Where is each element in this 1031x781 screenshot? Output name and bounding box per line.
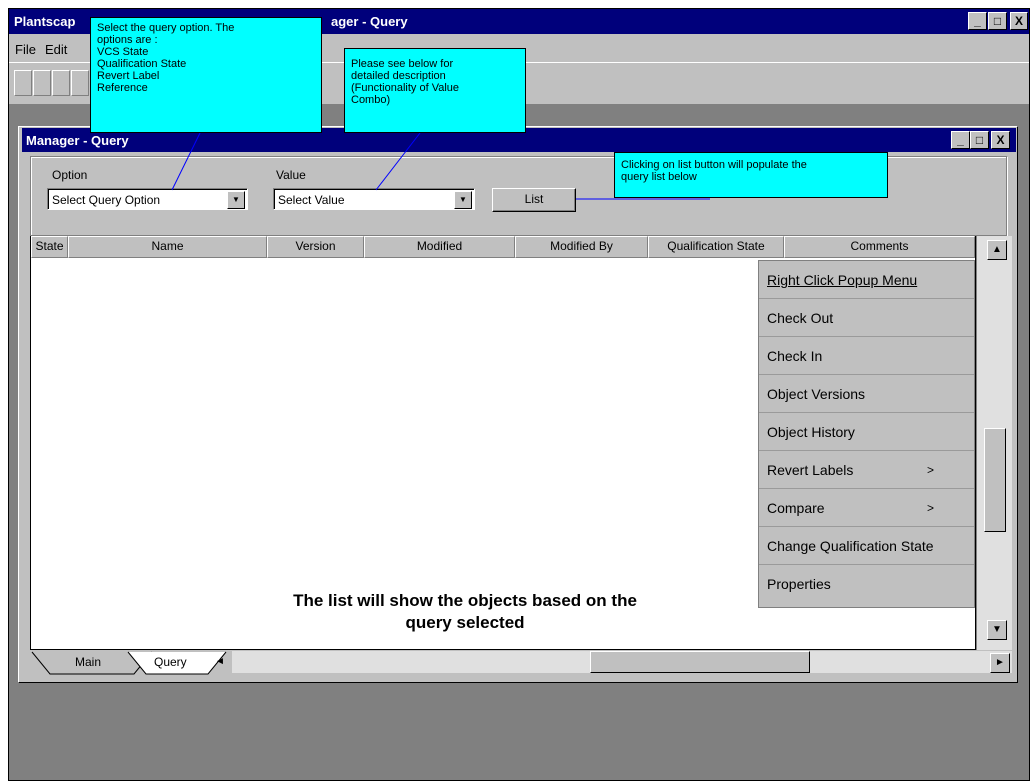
list-callout: Clicking on list button will populate th…: [614, 152, 888, 198]
value-callout: Please see below for detailed descriptio…: [344, 48, 526, 133]
option-callout: Select the query option. The options are…: [90, 17, 322, 133]
